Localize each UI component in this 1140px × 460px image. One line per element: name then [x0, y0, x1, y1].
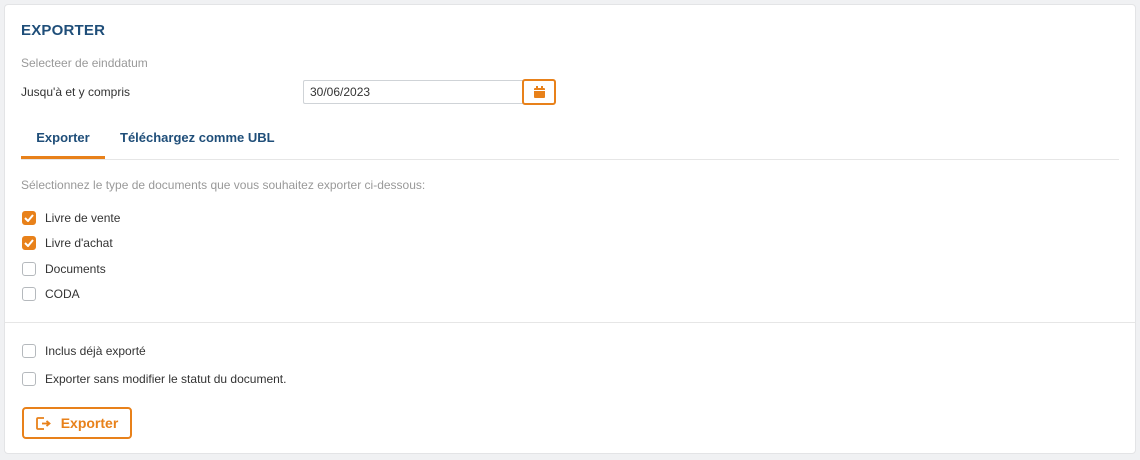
checkmark-icon: [24, 214, 34, 222]
checkbox-row-purchase-book[interactable]: Livre d'achat: [22, 235, 113, 251]
calendar-icon: [533, 86, 545, 98]
checkbox-row-keep-status[interactable]: Exporter sans modifier le statut du docu…: [22, 371, 286, 387]
checkbox-sales-book[interactable]: [22, 211, 36, 225]
end-date-input[interactable]: [303, 80, 523, 104]
tab-download-ubl[interactable]: Téléchargez comme UBL: [120, 123, 275, 159]
checkmark-icon: [24, 239, 34, 247]
checkbox-label: Documents: [45, 262, 106, 276]
checkbox-label: Inclus déjà exporté: [45, 344, 146, 358]
checkbox-coda[interactable]: [22, 287, 36, 301]
page-title: EXPORTER: [21, 22, 106, 39]
export-icon: [35, 416, 51, 430]
checkbox-documents[interactable]: [22, 262, 36, 276]
export-button[interactable]: Exporter: [22, 407, 132, 439]
export-panel: EXPORTER Selecteer de einddatum Jusqu'à …: [4, 4, 1136, 454]
calendar-button[interactable]: [522, 79, 556, 105]
checkbox-include-exported[interactable]: [22, 344, 36, 358]
instructions-text: Sélectionnez le type de documents que vo…: [21, 178, 426, 192]
checkbox-row-include-exported[interactable]: Inclus déjà exporté: [22, 343, 146, 359]
checkbox-row-coda[interactable]: CODA: [22, 286, 80, 302]
divider: [5, 322, 1135, 323]
checkbox-label: CODA: [45, 287, 80, 301]
checkbox-row-documents[interactable]: Documents: [22, 261, 106, 277]
tab-bar: Exporter Téléchargez comme UBL: [21, 123, 1119, 160]
checkbox-label: Exporter sans modifier le statut du docu…: [45, 372, 287, 386]
checkbox-label: Livre de vente: [45, 211, 121, 225]
end-date-hint: Selecteer de einddatum: [21, 56, 148, 70]
tab-exporter[interactable]: Exporter: [21, 123, 105, 159]
export-button-label: Exporter: [60, 415, 119, 431]
checkbox-row-sales-book[interactable]: Livre de vente: [22, 210, 120, 226]
checkbox-label: Livre d'achat: [45, 236, 113, 250]
checkbox-keep-status[interactable]: [22, 372, 36, 386]
checkbox-purchase-book[interactable]: [22, 236, 36, 250]
date-label: Jusqu'à et y compris: [21, 85, 131, 99]
